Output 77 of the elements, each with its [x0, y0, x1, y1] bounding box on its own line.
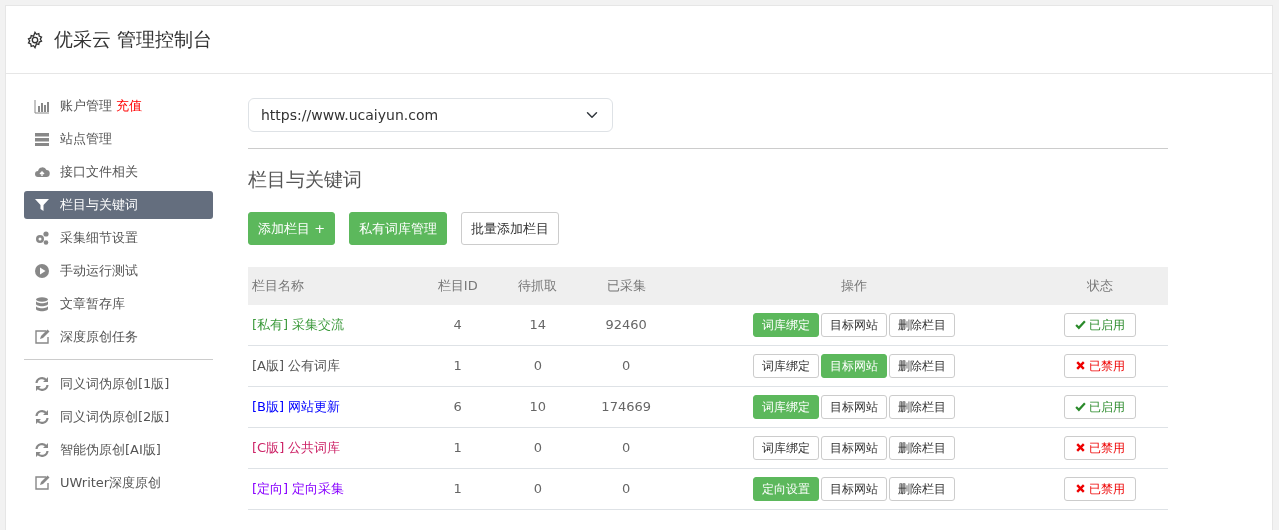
- action-button[interactable]: 删除栏目: [888, 476, 955, 501]
- action-button[interactable]: 词库绑定: [752, 435, 819, 460]
- column-header: 已采集: [577, 267, 675, 305]
- cross-icon: [1075, 483, 1087, 494]
- action-button[interactable]: 目标网站: [820, 312, 887, 337]
- status-button[interactable]: 已禁用: [1064, 353, 1137, 378]
- sidebar-item[interactable]: 智能伪原创[AI版]: [24, 436, 213, 464]
- sidebar-item[interactable]: 文章暂存库: [24, 290, 213, 318]
- status-button[interactable]: 已禁用: [1064, 435, 1137, 460]
- play-icon: [34, 263, 50, 279]
- column-name-cell: [私有] 采集交流: [248, 304, 418, 345]
- edit-icon: [34, 475, 50, 491]
- table-cell: 1: [417, 345, 499, 386]
- refresh-icon: [34, 376, 50, 392]
- sidebar-item[interactable]: UWriter深度原创: [24, 469, 213, 497]
- column-header: 栏目ID: [417, 267, 499, 305]
- check-icon: [1075, 401, 1087, 412]
- filter-icon: [34, 197, 50, 213]
- sidebar-item[interactable]: 接口文件相关: [24, 158, 213, 186]
- table-cell: 10: [498, 386, 578, 427]
- refresh-icon: [34, 409, 50, 425]
- table-cell: 4: [417, 304, 499, 345]
- sidebar-item[interactable]: 栏目与关键词: [24, 191, 213, 219]
- cloud-upload-icon: [34, 164, 50, 180]
- column-header: 操作: [674, 267, 1033, 305]
- action-button[interactable]: 目标网站: [820, 435, 887, 460]
- page-title: 优采云 管理控制台: [54, 27, 213, 53]
- table-cell: 1: [417, 468, 499, 509]
- cross-icon: [1075, 360, 1087, 371]
- settings-icon: [26, 30, 44, 49]
- gears-icon: [34, 230, 50, 246]
- toolbar-button[interactable]: 批量添加栏目: [461, 211, 560, 245]
- status-button[interactable]: 已启用: [1064, 312, 1137, 337]
- recharge-link[interactable]: 充值: [116, 96, 142, 116]
- sidebar-item[interactable]: 站点管理: [24, 125, 213, 153]
- column-name-cell: [A版] 公有词库: [248, 345, 418, 386]
- status-button[interactable]: 已启用: [1064, 394, 1137, 419]
- table-cell: 0: [498, 427, 578, 468]
- database-icon: [34, 296, 50, 312]
- column-header: 待抓取: [498, 267, 578, 305]
- table-cell: 0: [498, 468, 578, 509]
- table-cell: 0: [577, 427, 675, 468]
- column-header: 状态: [1032, 267, 1168, 305]
- chart-icon: [34, 98, 50, 114]
- table-cell: 6: [417, 386, 499, 427]
- column-header: 栏目名称: [248, 267, 418, 305]
- sidebar-item[interactable]: 深度原创任务: [24, 323, 213, 351]
- sidebar-item[interactable]: 同义词伪原创[2版]: [24, 403, 213, 431]
- sidebar-item[interactable]: 账户管理 充值: [24, 92, 213, 120]
- table-cell: 174669: [577, 386, 675, 427]
- table-cell: 0: [577, 468, 675, 509]
- table-cell: 92460: [577, 304, 675, 345]
- action-button[interactable]: 删除栏目: [888, 353, 955, 378]
- column-name-cell: [B版] 网站更新: [248, 386, 418, 427]
- table-cell: 0: [498, 345, 578, 386]
- action-button[interactable]: 删除栏目: [888, 435, 955, 460]
- table-cell: 14: [498, 304, 578, 345]
- section-title: 栏目与关键词: [248, 167, 363, 192]
- sidebar-item[interactable]: 同义词伪原创[1版]: [24, 370, 213, 398]
- action-button[interactable]: 目标网站: [820, 476, 887, 501]
- column-name-cell: [C版] 公共词库: [248, 427, 418, 468]
- action-button[interactable]: 词库绑定: [752, 353, 819, 378]
- table-cell: 0: [577, 345, 675, 386]
- action-button[interactable]: 目标网站: [820, 394, 887, 419]
- column-name-cell: [定向] 定向采集: [248, 468, 418, 509]
- check-icon: [1075, 319, 1087, 330]
- sidebar-item[interactable]: 采集细节设置: [24, 224, 213, 252]
- site-select[interactable]: https://www.ucaiyun.com: [248, 98, 613, 132]
- cross-icon: [1075, 442, 1087, 453]
- sidebar-item[interactable]: 手动运行测试: [24, 257, 213, 285]
- refresh-icon: [34, 442, 50, 458]
- edit-icon: [34, 329, 50, 345]
- status-button[interactable]: 已禁用: [1064, 476, 1137, 501]
- action-button[interactable]: 删除栏目: [888, 312, 955, 337]
- server-icon: [34, 131, 50, 147]
- table-cell: 1: [417, 427, 499, 468]
- action-button[interactable]: 删除栏目: [888, 394, 955, 419]
